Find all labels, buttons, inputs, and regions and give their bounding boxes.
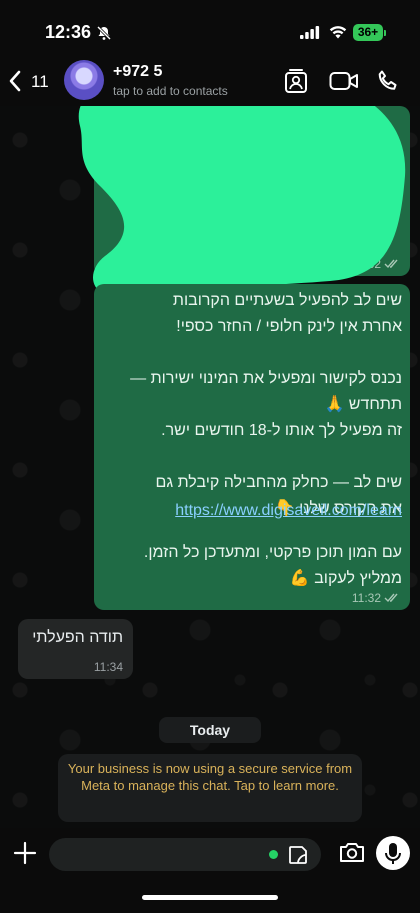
message-meta: 11:34 [94, 660, 123, 674]
message-bubble-outgoing[interactable]: שים לב להפעיל בשעתיים הקרובות אחרת אין ל… [94, 284, 410, 610]
status-dot [269, 850, 278, 859]
message-input[interactable] [49, 838, 321, 871]
phone-icon[interactable] [376, 69, 400, 98]
read-receipt-icon [384, 593, 398, 603]
plus-icon[interactable] [12, 840, 38, 871]
course-link[interactable]: https://www.digisaveil.com/learn [175, 502, 402, 519]
sticker-icon[interactable] [287, 844, 309, 871]
chat-header: 11 +972 5 tap to add to contacts [0, 56, 420, 106]
message-meta: 11:32 [352, 591, 400, 605]
battery-indicator: 36+ [353, 24, 383, 41]
message-time: 11:34 [93, 660, 123, 674]
message-text: שים לב להפעיל בשעתיים הקרובות אחרת אין ל… [130, 292, 402, 517]
wifi-icon [329, 25, 347, 44]
system-notice[interactable]: Your business is now using a secure serv… [58, 754, 362, 822]
microphone-icon[interactable] [376, 836, 410, 870]
unread-count[interactable]: 11 [31, 72, 49, 92]
avatar[interactable] [64, 60, 104, 100]
composer-bar [0, 828, 420, 913]
status-time: 12:36 [45, 22, 92, 42]
battery-tip [384, 30, 386, 36]
contact-name[interactable]: +972 5 [113, 63, 162, 81]
message-time: 11:32 [351, 591, 381, 605]
contact-subtitle[interactable]: tap to add to contacts [113, 84, 228, 98]
home-indicator [142, 895, 278, 900]
date-separator: Today [159, 717, 261, 743]
message-bubble-incoming[interactable]: תודה הפעלתי 11:34 [18, 619, 133, 679]
status-bar: 12:36 36+ [0, 0, 420, 56]
message-text: תודה הפעלתי [32, 629, 123, 646]
message-text-2: עם המון תוכן פרקטי, ומתעדכן כל הזמן. ממל… [143, 544, 402, 587]
chat-area[interactable]: 11:32 שים לב להפעיל בשעתיים הקרובות אחרת… [0, 106, 420, 828]
camera-icon[interactable] [339, 841, 365, 868]
video-call-icon[interactable] [329, 71, 359, 96]
back-chevron-icon[interactable] [8, 70, 22, 97]
signal-icon [300, 26, 320, 44]
contact-card-icon[interactable] [284, 68, 308, 99]
bell-slash-icon [96, 25, 112, 46]
